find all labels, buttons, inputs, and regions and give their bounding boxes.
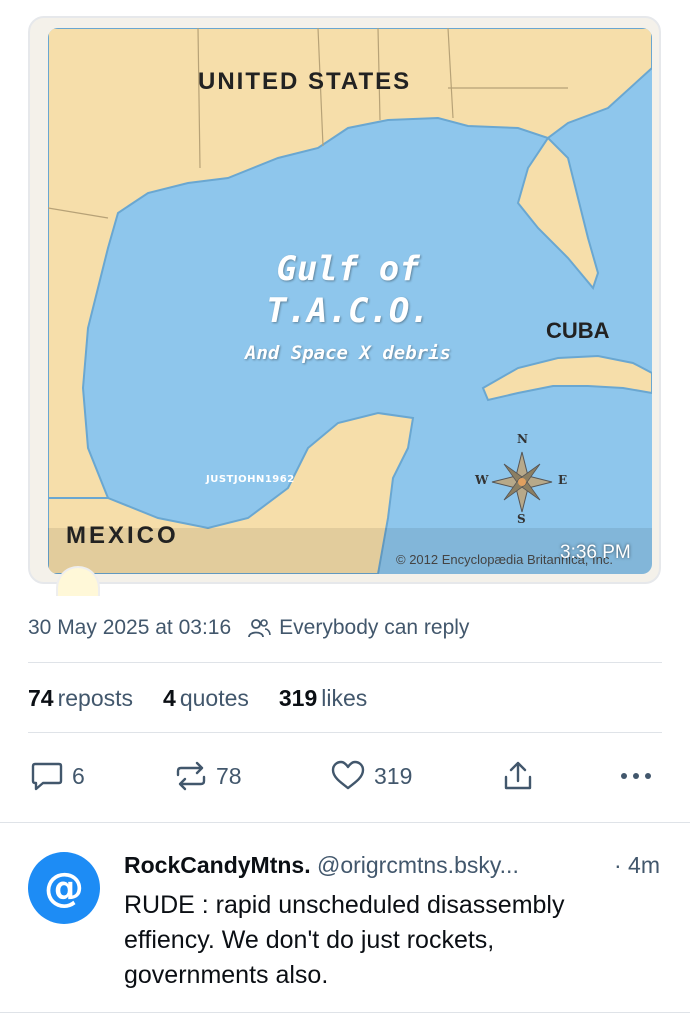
like-button[interactable]: 319 xyxy=(330,760,412,792)
reply-header: RockCandyMtns. @origrcmtns.bsky... · 4m xyxy=(124,852,664,879)
artist-watermark: JUSTJOHN1962 xyxy=(206,474,295,485)
map-label-cuba: CUBA xyxy=(546,318,610,343)
reposts-stat[interactable]: 74 reposts xyxy=(28,685,133,712)
post-stats-row: 74 reposts 4 quotes 319 likes xyxy=(28,680,397,716)
people-icon xyxy=(247,617,271,639)
likes-count: 319 xyxy=(278,684,318,711)
reply-text: RUDE : rapid unscheduled disassembly eff… xyxy=(124,891,565,989)
florida-key xyxy=(570,222,582,234)
share-button[interactable] xyxy=(502,759,542,793)
reposts-label: reposts xyxy=(57,684,134,711)
reply-permission[interactable]: Everybody can reply xyxy=(279,616,469,640)
repost-button[interactable]: 78 xyxy=(174,760,242,792)
gulf-map-image[interactable]: UNITED STATES MEXICO CUBA Gulf of T.A.C.… xyxy=(48,28,652,574)
post-image-card[interactable]: UNITED STATES MEXICO CUBA Gulf of T.A.C.… xyxy=(28,16,661,584)
share-icon xyxy=(504,761,532,790)
map-label-united-states: UNITED STATES xyxy=(198,68,412,95)
divider xyxy=(28,662,662,663)
more-options-button[interactable] xyxy=(620,771,660,781)
quotes-stat[interactable]: 4 quotes xyxy=(163,685,249,712)
divider xyxy=(28,732,662,733)
compass-n-label: N xyxy=(517,432,528,446)
avatar[interactable]: @ xyxy=(28,852,100,924)
ellipsis-icon xyxy=(621,773,651,779)
gulf-title-line2: T.A.C.O. xyxy=(266,291,430,331)
repost-count: 78 xyxy=(216,762,242,789)
compass-e-label: E xyxy=(558,473,568,487)
map-label-mexico: MEXICO xyxy=(66,522,179,549)
likes-label: likes xyxy=(321,684,368,711)
gulf-subtitle: And Space X debris xyxy=(245,342,451,364)
reply-time[interactable]: · 4m xyxy=(610,852,660,879)
quotes-count: 4 xyxy=(163,684,176,711)
like-count: 319 xyxy=(374,762,413,789)
reposts-count: 74 xyxy=(28,684,54,711)
likes-stat[interactable]: 319 likes xyxy=(279,685,367,712)
divider xyxy=(0,1012,690,1013)
gulf-title: Gulf of T.A.C.O. xyxy=(218,248,478,332)
post-meta-row: 30 May 2025 at 03:16 Everybody can reply xyxy=(28,612,662,644)
reply-icon xyxy=(31,762,63,791)
reply-display-name[interactable]: RockCandyMtns. xyxy=(124,852,311,878)
divider xyxy=(0,822,690,823)
repost-icon xyxy=(176,761,206,791)
reply-button[interactable]: 6 xyxy=(30,760,85,792)
heart-icon xyxy=(331,760,365,790)
reply-post[interactable]: @ RockCandyMtns. @origrcmtns.bsky... · 4… xyxy=(0,830,690,1018)
reply-count: 6 xyxy=(72,762,85,789)
post-date: 30 May 2025 at 03:16 xyxy=(28,616,232,639)
compass-w-label: W xyxy=(475,473,489,487)
post-actions-row: 6 78 319 xyxy=(28,756,668,796)
quotes-label: quotes xyxy=(179,684,249,711)
screenshot-time-overlay: 3:36 PM xyxy=(560,542,631,563)
gulf-title-line1: Gulf of xyxy=(276,249,420,289)
reply-handle[interactable]: @origrcmtns.bsky... xyxy=(317,852,519,878)
compass-s-label: S xyxy=(517,512,526,526)
